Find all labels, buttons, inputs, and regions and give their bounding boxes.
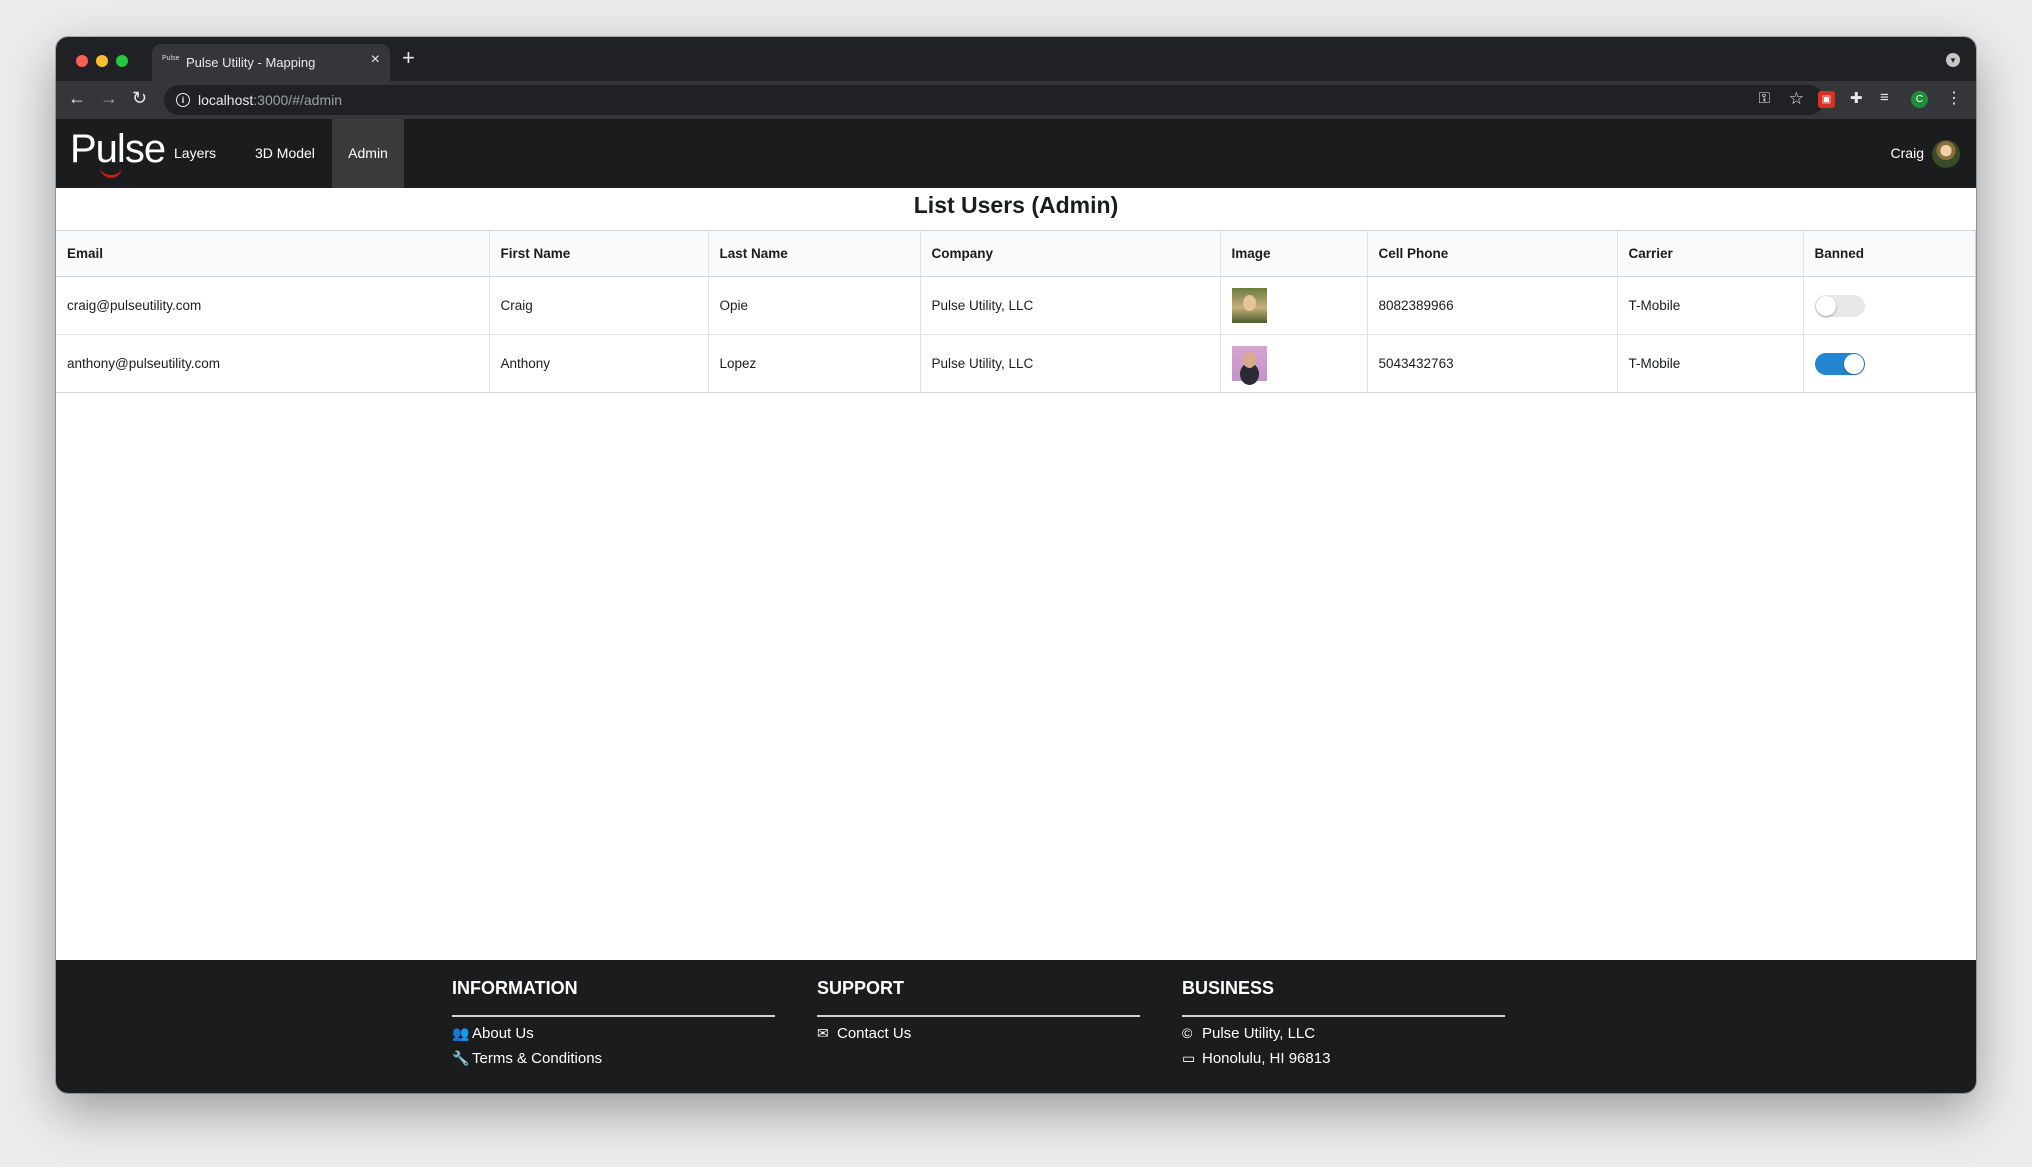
nav-item-layers[interactable]: Layers [158, 119, 232, 188]
logo-signal-arc [100, 165, 122, 178]
cell-last-name: Opie [707, 276, 920, 335]
address-card-icon: ▭ [1182, 1050, 1196, 1066]
footer-information-column: INFORMATION 👥 About Us 🔧 Terms & Condition… [452, 978, 775, 1067]
tab-close-icon[interactable]: × [371, 51, 380, 69]
footer-link-about-us[interactable]: 👥 About Us [452, 1025, 775, 1042]
toggle-knob [1815, 295, 1836, 316]
column-header-first-name[interactable]: First Name [488, 231, 708, 277]
cell-cell-phone: 8082389966 [1366, 276, 1617, 335]
business-address-text: Honolulu, HI 96813 [1202, 1050, 1331, 1067]
wrench-icon: 🔧 [452, 1050, 470, 1066]
browser-window: Pulse Pulse Utility - Mapping × + ▾ ← → … [56, 37, 1976, 1093]
footer-link-contact-us[interactable]: ✉ Contact Us [817, 1025, 1140, 1042]
user-avatar[interactable] [1932, 140, 1960, 168]
footer-link-label: Contact Us [837, 1025, 912, 1042]
footer-link-terms[interactable]: 🔧 Terms & Conditions [452, 1050, 775, 1067]
table-row[interactable]: anthony@pulseutility.com Anthony Lopez P… [56, 334, 1975, 392]
reload-icon[interactable]: ↻ [132, 88, 147, 109]
column-header-cell-phone[interactable]: Cell Phone [1366, 231, 1617, 277]
cell-company: Pulse Utility, LLC [919, 276, 1220, 335]
profile-avatar[interactable]: C [1911, 91, 1928, 108]
user-photo-thumbnail [1231, 346, 1267, 381]
table-header-row: Email First Name Last Name Company Image… [56, 231, 1975, 277]
footer-business-column: BUSINESS © Pulse Utility, LLC ▭ Honolulu, … [1182, 978, 1505, 1067]
minimize-window-button[interactable] [96, 55, 108, 67]
footer-business-address: ▭ Honolulu, HI 96813 [1182, 1050, 1505, 1067]
site-info-icon[interactable]: i [176, 93, 190, 107]
browser-tab[interactable]: Pulse Pulse Utility - Mapping × [152, 44, 390, 81]
cell-first-name: Craig [488, 276, 708, 335]
user-photo-thumbnail [1231, 288, 1267, 323]
tab-search-icon[interactable]: ▾ [1946, 53, 1960, 67]
envelope-icon: ✉ [817, 1025, 829, 1041]
forward-arrow-icon[interactable]: → [100, 88, 118, 109]
browser-toolbar: ← → ↻ i localhost:3000/#/admin ⚿ ☆ ▣ ✚ ≡… [56, 81, 1976, 119]
cell-email: craig@pulseutility.com [56, 276, 489, 335]
footer-support-column: SUPPORT ✉ Contact Us [817, 978, 1140, 1042]
column-header-last-name[interactable]: Last Name [707, 231, 920, 277]
page-title: List Users (Admin) [913, 192, 1119, 218]
cell-image [1219, 276, 1367, 335]
url-host: localhost [198, 92, 254, 108]
maximize-window-button[interactable] [116, 55, 128, 67]
new-tab-button[interactable]: + [402, 45, 415, 71]
column-header-company[interactable]: Company [919, 231, 1220, 277]
footer-link-label: Terms & Conditions [472, 1050, 603, 1067]
url-path: :3000/#/admin [253, 92, 342, 108]
users-table: Email First Name Last Name Company Image… [56, 230, 1976, 393]
copyright-icon: © [1182, 1025, 1193, 1041]
footer-business-name: © Pulse Utility, LLC [1182, 1025, 1505, 1042]
close-window-button[interactable] [76, 55, 88, 67]
app-navbar: Pulse Layers 3D Model Admin Craig [56, 119, 1976, 188]
column-header-email[interactable]: Email [56, 231, 489, 277]
tab-title: Pulse Utility - Mapping [186, 55, 316, 70]
extensions-puzzle-icon[interactable]: ✚ [1850, 89, 1867, 107]
url-text: localhost:3000/#/admin [198, 92, 342, 108]
nav-item-3d-model[interactable]: 3D Model [239, 119, 331, 188]
browser-menu-icon[interactable]: ⋮ [1946, 88, 1963, 107]
cell-last-name: Lopez [707, 334, 920, 392]
footer-link-label: About Us [472, 1025, 534, 1042]
browser-tab-strip: Pulse Pulse Utility - Mapping × + ▾ [56, 37, 1976, 81]
tab-favicon: Pulse [162, 55, 180, 62]
cell-email: anthony@pulseutility.com [67, 356, 221, 371]
cell-carrier: T-Mobile [1616, 334, 1803, 392]
column-header-carrier[interactable]: Carrier [1616, 231, 1803, 277]
business-name-text: Pulse Utility, LLC [1202, 1025, 1316, 1042]
cell-image [1219, 334, 1367, 392]
site-footer: INFORMATION 👥 About Us 🔧 Terms & Condition… [56, 960, 1976, 1093]
cell-banned [1802, 276, 1975, 335]
column-header-image[interactable]: Image [1219, 231, 1367, 277]
reading-list-icon[interactable]: ≡ [1880, 89, 1897, 106]
cell-cell-phone: 5043432763 [1366, 334, 1617, 392]
banned-toggle[interactable] [1814, 352, 1865, 375]
extension-calendar-icon[interactable]: ▣ [1818, 91, 1835, 108]
cell-company: Pulse Utility, LLC [919, 334, 1220, 392]
toggle-knob [1843, 353, 1864, 374]
cell-banned [1802, 334, 1975, 392]
back-arrow-icon[interactable]: ← [68, 88, 86, 109]
column-header-banned[interactable]: Banned [1802, 231, 1975, 277]
user-name: Craig [1890, 145, 1924, 161]
footer-heading-support: SUPPORT [817, 978, 1140, 1017]
table-row[interactable]: craig@pulseutility.com Craig Opie Pulse … [56, 276, 1975, 335]
banned-toggle[interactable] [1814, 294, 1865, 317]
pulse-logo[interactable]: Pulse [70, 125, 166, 181]
footer-heading-information: INFORMATION [452, 978, 775, 1017]
address-bar[interactable]: i localhost:3000/#/admin ⚿ ☆ [164, 85, 1824, 115]
cell-carrier: T-Mobile [1616, 276, 1803, 335]
nav-item-admin[interactable]: Admin [332, 119, 404, 188]
cell-first-name: Anthony [488, 334, 708, 392]
key-icon[interactable]: ⚿ [1759, 90, 1770, 107]
bookmark-star-icon[interactable]: ☆ [1789, 89, 1804, 109]
users-icon: 👥 [452, 1025, 470, 1041]
footer-heading-business: BUSINESS [1182, 978, 1505, 1017]
